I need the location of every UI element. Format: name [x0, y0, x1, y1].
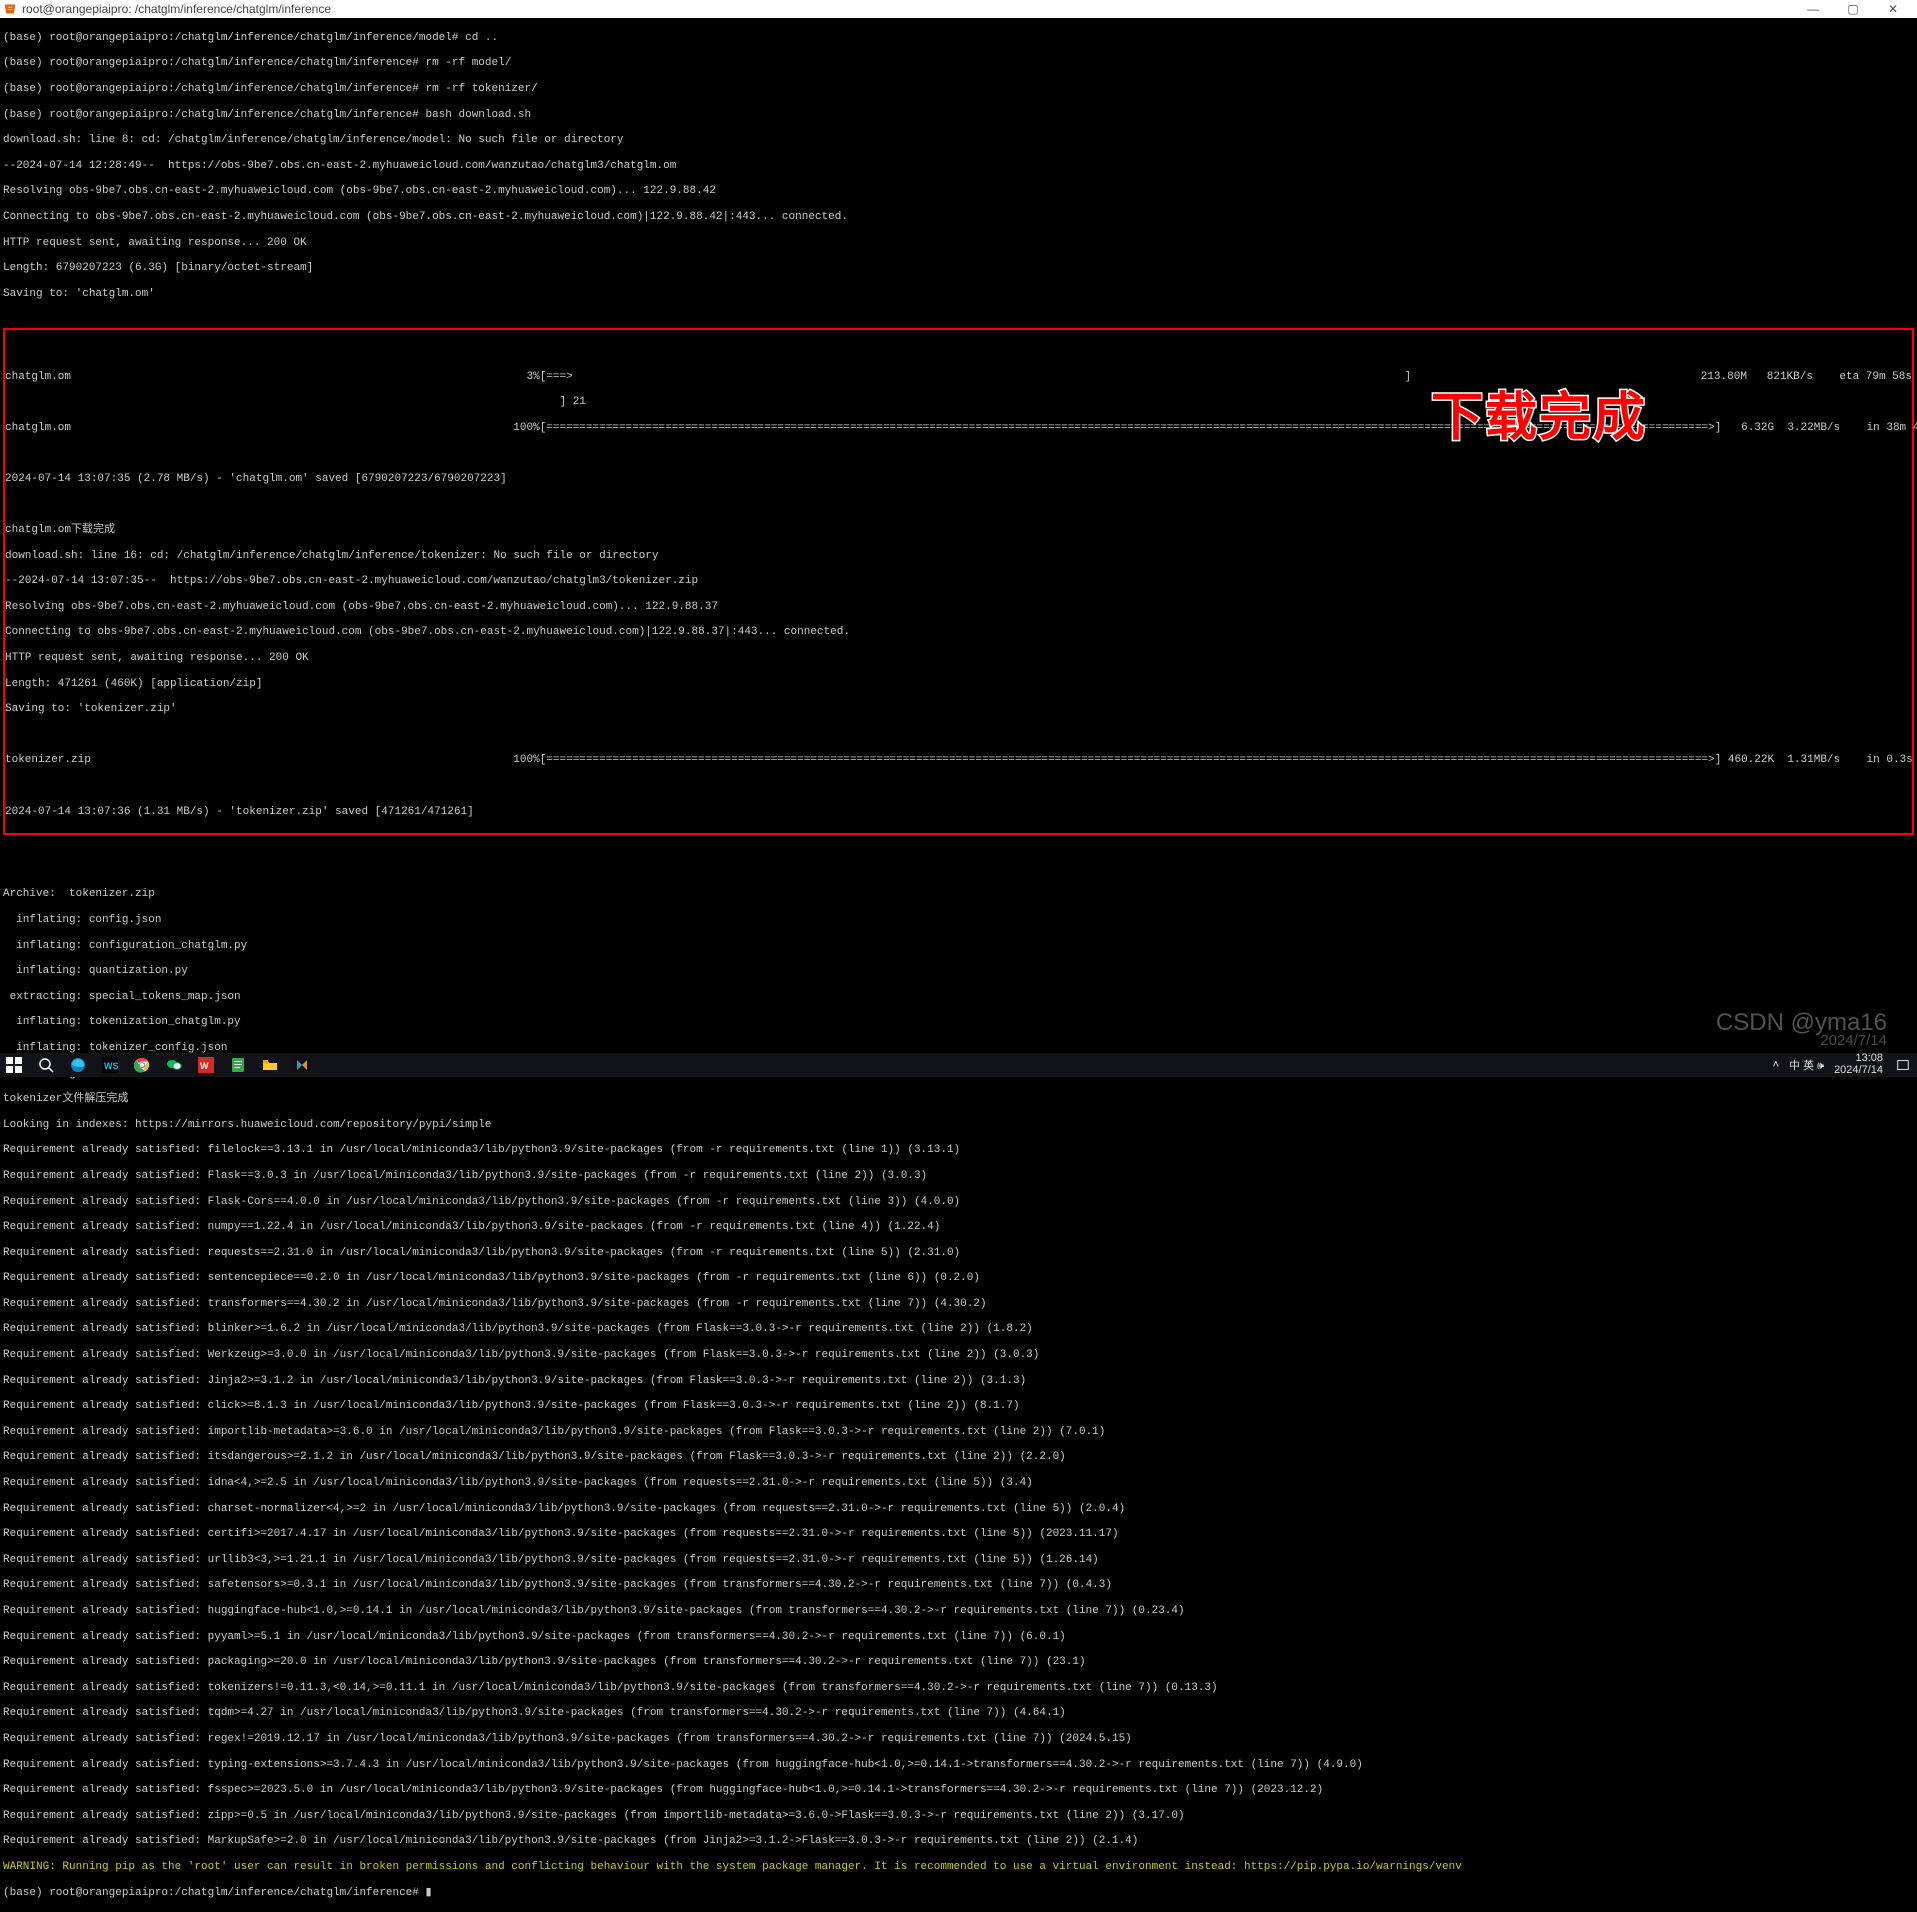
tray-chevron-up-icon[interactable]: ˄	[1773, 1059, 1779, 1071]
ime-indicator[interactable]: 中 英 🕪	[1789, 1057, 1824, 1073]
terminal-output[interactable]: (base) root@orangepiaipro:/chatglm/infer…	[0, 18, 1917, 1053]
window-title: root@orangepiaipro: /chatglm/inference/c…	[22, 2, 331, 16]
close-button[interactable]: ✕	[1873, 0, 1913, 18]
start-menu-icon[interactable]	[4, 1055, 24, 1075]
edge-icon[interactable]	[68, 1055, 88, 1075]
notes-icon[interactable]	[228, 1055, 248, 1075]
minimize-button[interactable]: —	[1793, 0, 1833, 18]
windows-taskbar: WS W ˄ 中 英 🕪 13:08 2024/7/14	[0, 1053, 1917, 1077]
cursor[interactable]: ▮	[425, 1887, 431, 1899]
wps-icon[interactable]: W	[196, 1055, 216, 1075]
mobaxterm-icon[interactable]	[292, 1055, 312, 1075]
window-titlebar: root@orangepiaipro: /chatglm/inference/c…	[0, 0, 1917, 18]
chrome-icon[interactable]	[132, 1055, 152, 1075]
taskbar-clock[interactable]: 13:08 2024/7/14	[1834, 1053, 1883, 1076]
svg-text:W: W	[200, 1061, 209, 1071]
webstorm-icon[interactable]: WS	[100, 1055, 120, 1075]
pip-root-warning: WARNING: Running pip as the 'root' user …	[3, 1861, 1914, 1874]
app-icon	[4, 3, 16, 15]
svg-text:WS: WS	[104, 1061, 118, 1071]
search-icon[interactable]	[36, 1055, 56, 1075]
wechat-icon[interactable]	[164, 1055, 184, 1075]
annotation-download-complete: 下载完成	[1431, 375, 1647, 450]
maximize-button[interactable]: ▢	[1833, 0, 1873, 18]
file-explorer-icon[interactable]	[260, 1055, 280, 1075]
notifications-icon[interactable]	[1893, 1055, 1913, 1075]
